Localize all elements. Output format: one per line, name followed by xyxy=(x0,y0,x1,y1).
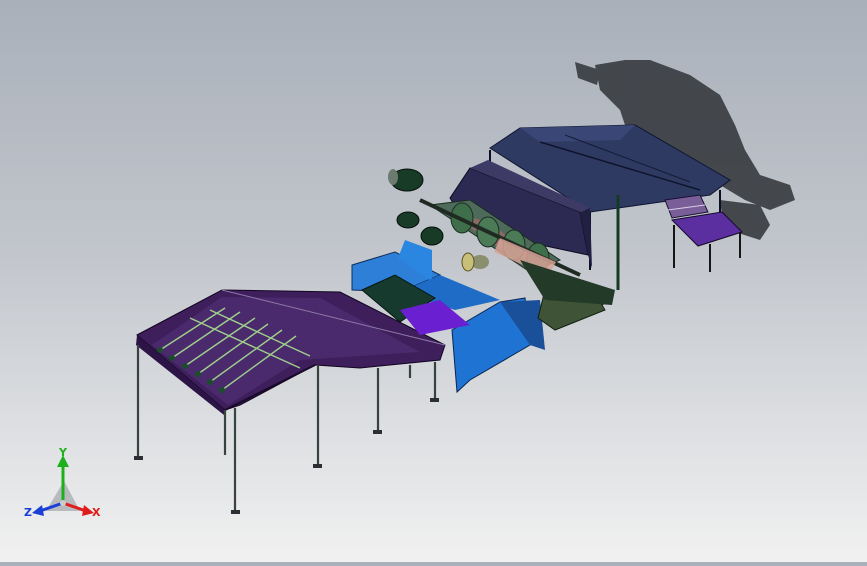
cad-3d-viewport[interactable] xyxy=(0,0,867,562)
leg-feet xyxy=(134,398,439,514)
axis-triad[interactable]: Y X Z xyxy=(22,445,112,530)
z-axis-label: Z xyxy=(24,506,32,519)
x-axis-label: X xyxy=(92,506,101,519)
y-axis-label: Y xyxy=(58,446,68,459)
